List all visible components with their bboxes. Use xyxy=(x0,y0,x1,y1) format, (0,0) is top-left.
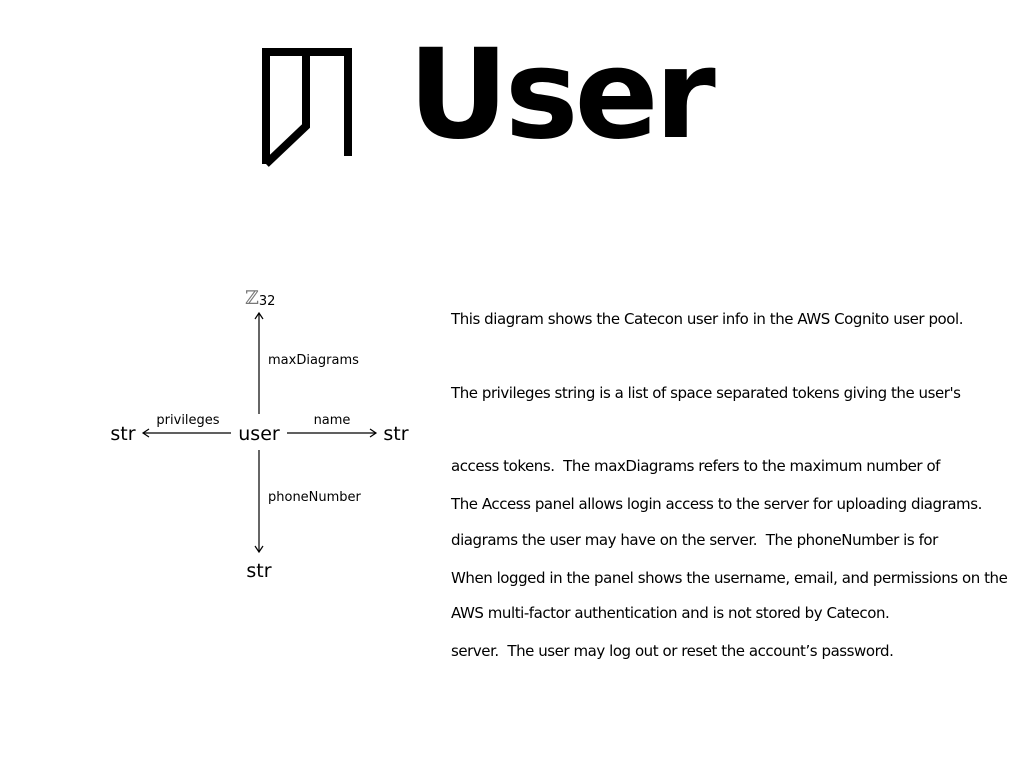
node-bottom-str: str xyxy=(246,560,271,582)
description-paragraph-2: The Access panel allows login access to … xyxy=(451,443,1008,688)
edge-label-phoneNumber: phoneNumber xyxy=(268,490,362,505)
node-user: user xyxy=(238,423,280,445)
catecon-logo-icon xyxy=(262,48,352,167)
description-line: server. The user may log out or reset th… xyxy=(451,642,894,660)
user-object-diagram: user str str str ℤ32 maxDiagrams phoneNu… xyxy=(110,287,408,582)
page-header: User xyxy=(0,0,1024,190)
edge-label-name: name xyxy=(314,413,351,428)
description-line: The Access panel allows login access to … xyxy=(451,495,982,513)
description-line: This diagram shows the Catecon user info… xyxy=(451,310,964,328)
description-line: When logged in the panel shows the usern… xyxy=(451,568,1008,587)
description-line: The privileges string is a list of space… xyxy=(451,383,961,402)
node-left-str: str xyxy=(110,423,135,445)
edge-label-privileges: privileges xyxy=(156,413,219,428)
node-z32: ℤ32 xyxy=(245,287,275,309)
page-title: User xyxy=(408,23,716,167)
node-z32-symbol: ℤ xyxy=(245,287,259,309)
node-z32-subscript: 32 xyxy=(259,294,276,309)
edge-label-maxDiagrams: maxDiagrams xyxy=(268,353,359,368)
node-right-str: str xyxy=(383,423,408,445)
